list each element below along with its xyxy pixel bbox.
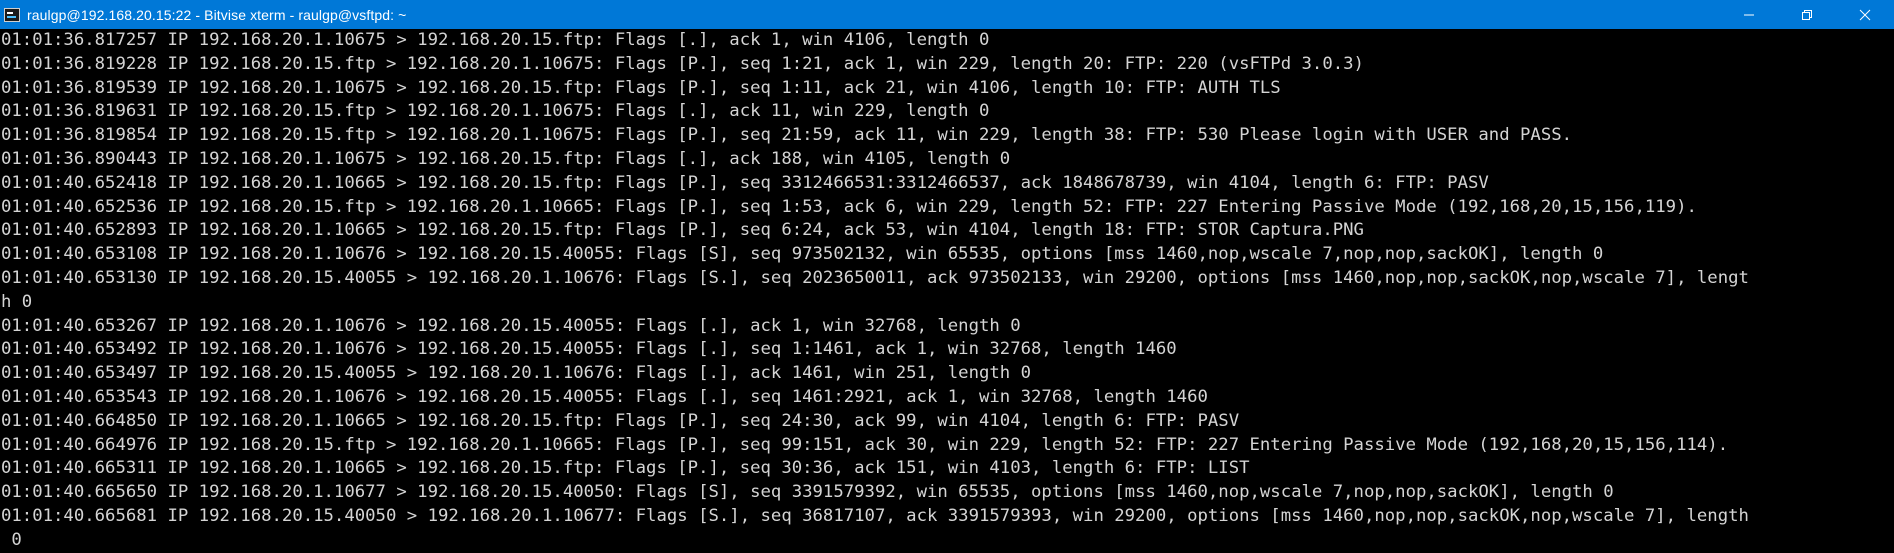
terminal-line: 01:01:40.652893 IP 192.168.20.1.10665 > … [1, 220, 1364, 241]
terminal-line: 01:01:40.653497 IP 192.168.20.15.40055 >… [1, 363, 1032, 384]
terminal-line: 0 [1, 529, 22, 550]
minimize-icon [1744, 14, 1754, 15]
terminal-line: 01:01:40.664850 IP 192.168.20.1.10665 > … [1, 410, 1240, 431]
terminal-line: 01:01:40.665681 IP 192.168.20.15.40050 >… [1, 505, 1749, 526]
terminal-line: 01:01:36.819228 IP 192.168.20.15.ftp > 1… [1, 53, 1364, 74]
title-bar[interactable]: raulgp@192.168.20.15:22 - Bitvise xterm … [0, 0, 1894, 29]
terminal-line: 01:01:40.665650 IP 192.168.20.1.10677 > … [1, 482, 1614, 503]
terminal-line: 01:01:40.665311 IP 192.168.20.1.10665 > … [1, 458, 1250, 479]
xterm-window: raulgp@192.168.20.15:22 - Bitvise xterm … [0, 0, 1894, 553]
terminal-line: 01:01:40.653543 IP 192.168.20.1.10676 > … [1, 386, 1208, 407]
maximize-button[interactable] [1778, 0, 1836, 29]
terminal-line: 01:01:40.653108 IP 192.168.20.1.10676 > … [1, 244, 1604, 265]
terminal-line: 01:01:36.819631 IP 192.168.20.15.ftp > 1… [1, 101, 990, 122]
terminal-line: 01:01:40.653267 IP 192.168.20.1.10676 > … [1, 315, 1021, 336]
terminal-app-icon[interactable] [4, 7, 20, 22]
restore-icon [1802, 9, 1812, 20]
window-title: raulgp@192.168.20.15:22 - Bitvise xterm … [27, 6, 407, 23]
terminal-line: 01:01:36.819539 IP 192.168.20.1.10675 > … [1, 77, 1281, 98]
terminal-line: 01:01:40.652418 IP 192.168.20.1.10665 > … [1, 172, 1489, 193]
terminal-line: 01:01:40.653130 IP 192.168.20.15.40055 >… [1, 267, 1749, 288]
close-icon [1859, 9, 1871, 20]
minimize-button[interactable] [1720, 0, 1778, 29]
terminal-line: h 0 [1, 291, 33, 312]
close-button[interactable] [1836, 0, 1894, 29]
terminal-line: 01:01:36.817257 IP 192.168.20.1.10675 > … [1, 30, 990, 50]
terminal-line: 01:01:36.819854 IP 192.168.20.15.ftp > 1… [1, 125, 1573, 146]
window-controls [1720, 0, 1894, 29]
terminal-line: 01:01:40.664976 IP 192.168.20.15.ftp > 1… [1, 434, 1729, 455]
terminal-line: 01:01:36.890443 IP 192.168.20.1.10675 > … [1, 148, 1011, 169]
terminal-line: 01:01:40.653492 IP 192.168.20.1.10676 > … [1, 339, 1177, 360]
terminal-output[interactable]: 01:01:36.817257 IP 192.168.20.1.10675 > … [0, 29, 1894, 553]
terminal-line: 01:01:40.652536 IP 192.168.20.15.ftp > 1… [1, 196, 1697, 217]
